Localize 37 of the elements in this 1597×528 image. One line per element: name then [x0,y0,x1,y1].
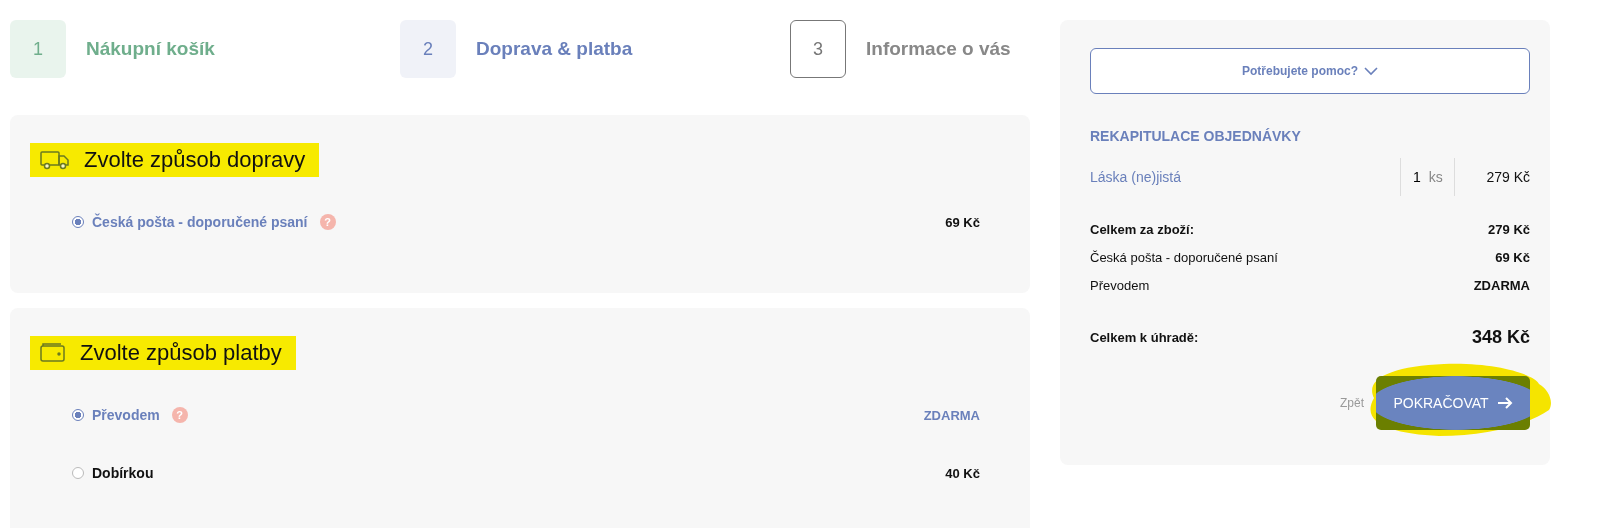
step-number: 2 [400,20,456,78]
option-label[interactable]: Česká pošta - doporučené psaní [92,214,308,230]
summary-label: Převodem [1090,278,1150,293]
step-label[interactable]: Informace o vás [866,38,1011,60]
step-label[interactable]: Doprava & platba [476,38,633,60]
total-value: 348 Kč [1471,327,1530,348]
back-link[interactable]: Zpět [1340,396,1364,410]
truck-icon [40,150,70,170]
option-price: 40 Kč [945,465,980,481]
chevron-down-icon [1364,66,1378,76]
summary-value: 279 Kč [1488,222,1530,237]
wallet-icon [40,343,66,363]
total-label: Celkem k úhradě: [1090,330,1199,345]
item-price: 279 Kč [1485,169,1530,185]
option-price: ZDARMA [923,407,980,423]
item-quantity: 1 [1413,169,1421,185]
radio-button[interactable] [72,409,84,421]
summary-value: ZDARMA [1473,278,1530,293]
help-button[interactable]: Potřebujete pomoc? [1090,48,1530,94]
step-number: 3 [790,20,846,78]
step-number: 1 [10,20,66,78]
section-heading: Zvolte způsob dopravy [30,143,320,177]
option-label[interactable]: Převodem [92,407,160,423]
option-price: 69 Kč [945,214,980,230]
section-heading: Zvolte způsob platby [30,336,296,370]
step-label[interactable]: Nákupní košík [86,38,215,60]
summary-label: Česká pošta - doporučené psaní [1090,250,1278,265]
radio-button[interactable] [72,467,84,479]
continue-button[interactable]: POKRAČOVAT [1376,376,1530,430]
item-name[interactable]: Láska (ne)jistá [1090,169,1400,185]
item-unit: ks [1428,169,1443,185]
summary-label: Celkem za zboží: [1090,222,1195,237]
summary-title: REKAPITULACE OBJEDNÁVKY [1090,128,1302,144]
option-label[interactable]: Dobírkou [92,465,154,481]
arrow-right-icon [1496,397,1513,409]
summary-value: 69 Kč [1495,250,1530,265]
radio-button[interactable] [72,216,84,228]
